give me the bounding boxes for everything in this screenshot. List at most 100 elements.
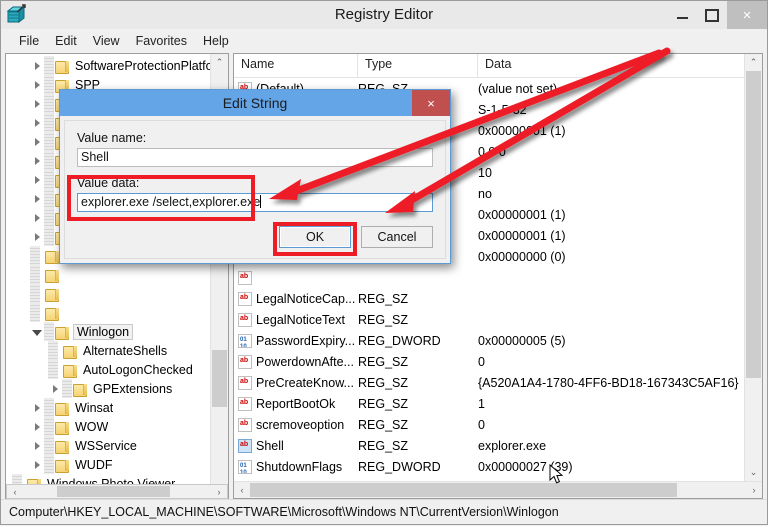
chevron-right-icon[interactable]: [30, 94, 44, 113]
chevron-right-icon[interactable]: [30, 56, 44, 75]
tree-hscroll-right-button[interactable]: ›: [211, 487, 227, 497]
value-name-text: ShutdownFlags: [256, 459, 343, 474]
value-name-field[interactable]: Shell: [77, 148, 433, 167]
tree-item[interactable]: AutoLogonChecked: [6, 360, 210, 379]
tree-horizontal-scrollbar[interactable]: ‹ ›: [6, 484, 228, 499]
folder-icon: [44, 287, 60, 302]
chevron-right-icon[interactable]: [48, 379, 62, 398]
dialog-close-button[interactable]: ×: [412, 90, 450, 116]
cell-type: REG_SZ: [358, 417, 409, 432]
column-header-name[interactable]: Name: [234, 54, 358, 77]
tree-hscroll-left-button[interactable]: ‹: [7, 487, 23, 497]
chevron-down-icon[interactable]: [30, 322, 44, 341]
cell-data: 0x00000027 (39): [478, 459, 573, 474]
table-row[interactable]: LegalNoticeText REG_SZ: [234, 309, 744, 330]
table-row[interactable]: [234, 267, 744, 288]
cell-data: 0x00000001 (1): [478, 207, 566, 222]
chevron-right-icon[interactable]: [30, 132, 44, 151]
ok-button[interactable]: OK: [279, 226, 351, 248]
table-row[interactable]: PowerdownAfte... REG_SZ 0: [234, 351, 744, 372]
chevron-right-icon[interactable]: [30, 436, 44, 455]
value-name-text: LegalNoticeText: [256, 312, 345, 327]
table-row[interactable]: PasswordExpiry...REG_DWORD 0x00000005 (5): [234, 330, 744, 351]
table-row[interactable]: PreCreateKnow... REG_SZ {A520A1A4-1780-4FF…: [234, 372, 744, 393]
tree-guide-icon: [44, 208, 54, 227]
column-header-type[interactable]: Type: [358, 54, 478, 77]
chevron-right-icon[interactable]: [30, 189, 44, 208]
tree-item[interactable]: SoftwareProtectionPlatfor: [6, 56, 210, 75]
chevron-right-icon[interactable]: [30, 398, 44, 417]
listview-header: Name Type Data: [234, 54, 744, 78]
tree-item[interactable]: GPExtensions: [6, 379, 210, 398]
cell-data: 0x00000000 (0): [478, 249, 566, 264]
tree-item-label: AutoLogonChecked: [83, 362, 193, 377]
tree-item[interactable]: Winsat: [6, 398, 210, 417]
column-header-data[interactable]: Data: [478, 54, 744, 77]
cell-data: 0 0 0: [478, 144, 506, 159]
listview-horizontal-scrollbar[interactable]: ‹ ›: [234, 481, 762, 498]
tree-item[interactable]: [6, 303, 210, 322]
tree-item[interactable]: AlternateShells: [6, 341, 210, 360]
chevron-right-icon[interactable]: [30, 455, 44, 474]
listview-vertical-scrollbar[interactable]: ⌃ ⌄: [744, 54, 762, 481]
tree-item[interactable]: Winlogon: [6, 322, 210, 341]
tree-hscroll-track[interactable]: [23, 485, 211, 498]
tree-guide-icon: [44, 113, 54, 132]
tree-item[interactable]: [6, 284, 210, 303]
value-data-text: explorer.exe /select,explorer.exe: [81, 195, 261, 209]
close-button[interactable]: ×: [727, 1, 767, 29]
menu-view[interactable]: View: [85, 32, 128, 50]
tree-item[interactable]: WOW: [6, 417, 210, 436]
listview-scroll-thumb[interactable]: [746, 71, 761, 378]
tree-item-label: WUDF: [75, 457, 113, 472]
tree-scroll-up-button[interactable]: ⌃: [211, 54, 228, 71]
dword-value-icon: [238, 333, 252, 348]
menu-edit[interactable]: Edit: [47, 32, 85, 50]
table-row[interactable]: Shell REG_SZ explorer.exe: [234, 435, 744, 456]
cell-data: 0x00000005 (5): [478, 333, 566, 348]
cell-name: [234, 270, 358, 285]
minimize-button[interactable]: [667, 1, 697, 29]
table-row[interactable]: ShutdownFlags REG_DWORD 0x00000027 (39): [234, 456, 744, 477]
listview-hscroll-track[interactable]: [250, 482, 746, 498]
menu-file[interactable]: File: [11, 32, 47, 50]
cell-data: {A520A1A4-1780-4FF6-BD18-167343C5AF16}: [478, 375, 739, 390]
listview-hscroll-right-button[interactable]: ›: [746, 485, 762, 495]
tree-item[interactable]: WUDF: [6, 455, 210, 474]
menubar: File Edit View Favorites Help: [1, 29, 767, 53]
table-row[interactable]: scremoveoption REG_SZ 0: [234, 414, 744, 435]
table-row[interactable]: LegalNoticeCap...REG_SZ: [234, 288, 744, 309]
tree-hscroll-thumb[interactable]: [56, 486, 170, 497]
cell-name: PasswordExpiry...: [234, 333, 358, 348]
cell-name: Shell: [234, 438, 358, 453]
maximize-button[interactable]: [697, 1, 727, 29]
listview-scroll-down-button[interactable]: ⌄: [745, 464, 762, 481]
tree-item[interactable]: WSService: [6, 436, 210, 455]
tree-scroll-thumb[interactable]: [212, 349, 227, 408]
tree-guide-icon: [44, 151, 54, 170]
table-row[interactable]: ReportBootOk REG_SZ 1: [234, 393, 744, 414]
cancel-button[interactable]: Cancel: [361, 226, 433, 248]
tree-guide-icon: [62, 379, 72, 398]
value-data-field[interactable]: explorer.exe /select,explorer.exe: [77, 193, 433, 212]
string-value-icon: [238, 270, 252, 285]
chevron-right-icon[interactable]: [30, 417, 44, 436]
menu-help[interactable]: Help: [195, 32, 237, 50]
chevron-right-icon[interactable]: [30, 170, 44, 189]
chevron-right-icon[interactable]: [30, 208, 44, 227]
listview-hscroll-thumb[interactable]: [250, 483, 677, 497]
chevron-right-icon[interactable]: [30, 151, 44, 170]
tree-item-label: SoftwareProtectionPlatfor: [75, 58, 210, 73]
tree-guide-icon: [44, 189, 54, 208]
cell-data: (value not set): [478, 81, 558, 96]
chevron-right-icon[interactable]: [30, 75, 44, 94]
cell-type: REG_SZ: [358, 354, 409, 369]
listview-hscroll-left-button[interactable]: ‹: [234, 485, 250, 495]
menu-favorites[interactable]: Favorites: [128, 32, 195, 50]
listview-scroll-track[interactable]: [745, 71, 762, 464]
tree-item[interactable]: [6, 265, 210, 284]
cell-type: REG_DWORD: [358, 459, 441, 474]
chevron-right-icon[interactable]: [30, 227, 44, 246]
chevron-right-icon[interactable]: [30, 113, 44, 132]
listview-scroll-up-button[interactable]: ⌃: [745, 54, 762, 71]
